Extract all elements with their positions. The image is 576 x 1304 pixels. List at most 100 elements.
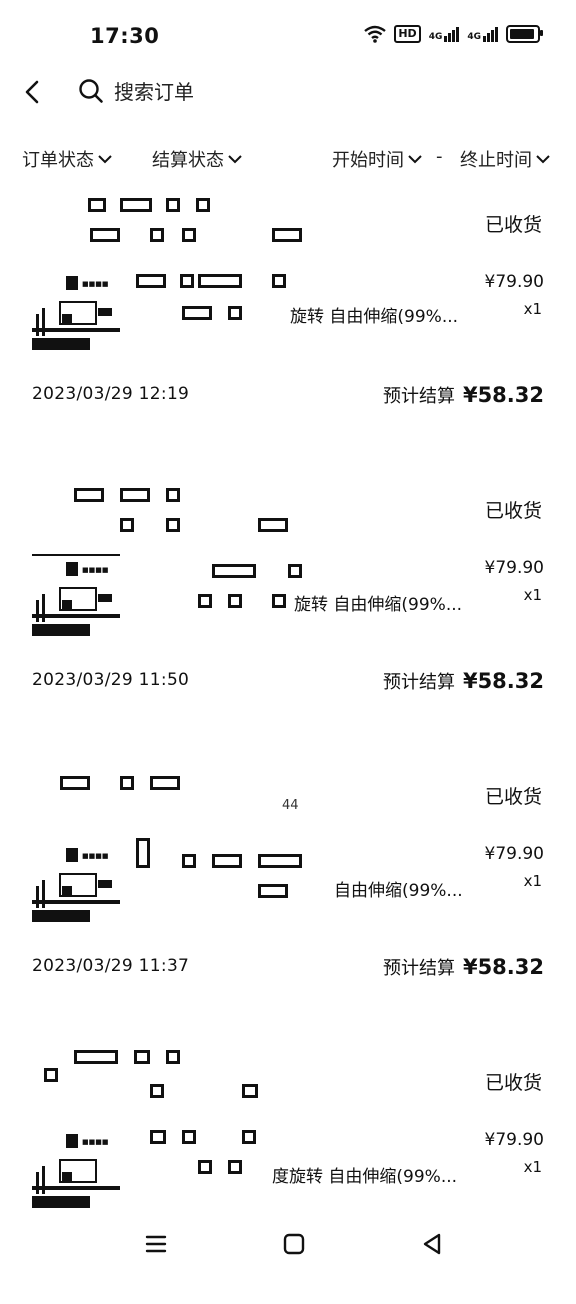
redacted-block (196, 198, 210, 212)
battery-icon (506, 25, 543, 43)
redacted-block (272, 228, 302, 242)
estimated-settlement: 预计结算 ¥58.32 (382, 955, 544, 979)
redacted-block (136, 274, 166, 288)
product-price: ¥79.90 (484, 844, 544, 864)
redacted-block (258, 884, 288, 898)
filter-order-status[interactable]: 订单状态 (22, 146, 112, 172)
date-range-dash: - (436, 146, 443, 167)
product-quantity: x1 (523, 1158, 542, 1176)
redacted-block (150, 776, 180, 790)
redacted-block (120, 518, 134, 532)
order-status: 已收货 (484, 786, 542, 808)
redacted-block (120, 776, 134, 790)
product-name: 旋转 自由伸缩(99%... (294, 595, 463, 615)
redacted-block (88, 198, 106, 212)
product-name: 度旋转 自由伸缩(99%... (272, 1167, 458, 1187)
redacted-block (166, 518, 180, 532)
redacted-block (228, 306, 242, 320)
filter-settle-status[interactable]: 结算状态 (152, 146, 242, 172)
settlement-amount: ¥58.32 (462, 669, 544, 693)
redacted-block (166, 1050, 180, 1064)
order-date: 2023/03/29 11:50 (32, 670, 190, 690)
redacted-block (228, 1160, 242, 1174)
search-icon (79, 78, 103, 103)
svg-text:■■■■: ■■■■ (82, 280, 108, 288)
nav-back-icon[interactable] (418, 1230, 446, 1258)
redacted-block (120, 198, 152, 212)
chevron-down-icon (228, 155, 242, 164)
order-date: 2023/03/29 11:37 (32, 956, 190, 976)
redacted-block (198, 594, 212, 608)
svg-text:■■■■: ■■■■ (82, 566, 108, 574)
redacted-block (212, 854, 242, 868)
redacted-block (258, 518, 288, 532)
product-price: ¥79.90 (484, 272, 544, 292)
redacted-block (44, 1068, 58, 1082)
estimated-settlement: 预计结算 ¥58.32 (382, 669, 544, 693)
settlement-amount: ¥58.32 (462, 955, 544, 979)
wifi-icon (364, 25, 387, 43)
order-status: 已收货 (484, 1072, 542, 1094)
hd-badge: HD (394, 25, 421, 43)
back-arrow-icon[interactable] (20, 78, 48, 106)
redacted-block (288, 564, 302, 578)
product-price: ¥79.90 (484, 558, 544, 578)
order-card[interactable]: 已收货 ■■■■ 旋转 自由伸缩(99%... ¥79.90 x1 2023/0… (0, 196, 576, 446)
product-name: 自由伸缩(99%... (334, 881, 463, 901)
redacted-block (182, 228, 196, 242)
filter-end-time[interactable]: 终止时间 (460, 146, 550, 172)
redacted-block (166, 198, 180, 212)
redacted-block (150, 228, 164, 242)
redacted-block (182, 1130, 196, 1144)
filter-start-time[interactable]: 开始时间 (332, 146, 422, 172)
redacted-block (180, 274, 194, 288)
redacted-block (166, 488, 180, 502)
redacted-block (272, 274, 286, 288)
status-bar: 17:30 HD 4G 4G (0, 0, 576, 72)
redacted-block (74, 488, 104, 502)
redacted-block (228, 594, 242, 608)
chevron-down-icon (98, 155, 112, 164)
system-nav-bar (0, 1216, 576, 1280)
product-quantity: x1 (523, 300, 542, 318)
redacted-block (272, 594, 286, 608)
redacted-block (198, 274, 242, 288)
redacted-block (150, 1084, 164, 1098)
product-quantity: x1 (523, 872, 542, 890)
order-card[interactable]: 已收货 ■■■■ 旋转 自由伸缩(99%... ¥79.90 x1 2023/0… (0, 482, 576, 732)
status-icons: HD 4G 4G (364, 25, 543, 43)
order-status: 已收货 (484, 500, 542, 522)
top-bar: 搜索订单 (0, 70, 576, 114)
redacted-block (134, 1050, 150, 1064)
product-thumbnail[interactable]: ■■■■ (32, 840, 120, 926)
product-thumbnail[interactable]: ■■■■ (32, 554, 120, 640)
menu-icon[interactable] (142, 1230, 170, 1258)
product-thumbnail[interactable]: ■■■■ (32, 1126, 120, 1212)
estimated-settlement: 预计结算 ¥58.32 (382, 383, 544, 407)
search-placeholder: 搜索订单 (114, 80, 194, 104)
chevron-down-icon (408, 155, 422, 164)
order-date: 2023/03/29 12:19 (32, 384, 190, 404)
redacted-block (212, 564, 256, 578)
product-name: 旋转 自由伸缩(99%... (290, 307, 459, 327)
redacted-fragment: 44 (282, 798, 299, 813)
redacted-block (182, 854, 196, 868)
filter-bar: 订单状态 结算状态 开始时间 - 终止时间 (0, 146, 576, 178)
order-status: 已收货 (484, 214, 542, 236)
redacted-block (242, 1084, 258, 1098)
redacted-block (242, 1130, 256, 1144)
product-thumbnail[interactable]: ■■■■ (32, 268, 120, 354)
redacted-block (258, 854, 302, 868)
product-price: ¥79.90 (484, 1130, 544, 1150)
redacted-block (150, 1130, 166, 1144)
search-bar[interactable]: 搜索订单 (78, 76, 194, 105)
redacted-block (60, 776, 90, 790)
redacted-block (90, 228, 120, 242)
order-card[interactable]: 44 已收货 ■■■■ 自由伸缩(99%... ¥79.90 x1 2023/0… (0, 768, 576, 1018)
svg-text:■■■■: ■■■■ (82, 1138, 108, 1146)
redacted-block (136, 838, 150, 868)
svg-text:■■■■: ■■■■ (82, 852, 108, 860)
redacted-block (198, 1160, 212, 1174)
home-icon[interactable] (280, 1230, 308, 1258)
signal-icon-2: 4G (467, 26, 498, 42)
